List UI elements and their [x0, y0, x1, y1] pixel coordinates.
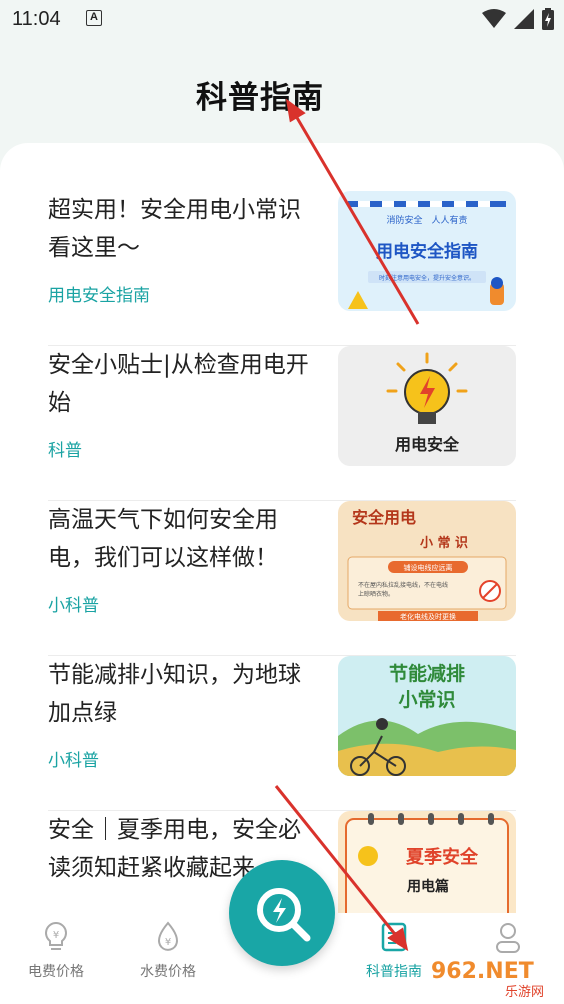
article-list: 超实用！安全用电小常识看这里～ 用电安全指南 消防安全 人人有责 用电安全指南 …: [0, 143, 564, 913]
thumb-sub: 小 常 识: [420, 535, 468, 551]
svg-text:¥: ¥: [53, 930, 59, 941]
battery-icon: [542, 8, 554, 30]
article-title: 高温天气下如何安全用电，我们可以这样做！: [48, 507, 278, 571]
document-icon: [381, 922, 407, 952]
thumb-sub: 用电篇: [407, 878, 449, 895]
user-icon: [496, 923, 520, 953]
wifi-icon: [482, 9, 506, 28]
thumb-note1: 不在屋内私拉乱接电线，不在电线: [358, 581, 448, 589]
thumb-banner: 铺设电线应远离: [404, 563, 453, 572]
nav-label: 水费价格: [140, 964, 196, 980]
watermark-sub: 乐游网: [505, 985, 544, 1000]
signal-icon: [514, 9, 534, 29]
system-icons: [482, 8, 554, 30]
article-item[interactable]: 超实用！安全用电小常识看这里～ 用电安全指南 消防安全 人人有责 用电安全指南 …: [48, 191, 516, 346]
fab-search-button[interactable]: [229, 860, 335, 966]
article-category: 小科普: [48, 751, 99, 771]
article-title: 安全小贴士|从检查用电开始: [48, 352, 309, 416]
article-thumbnail: 夏季安全 用电篇: [338, 811, 516, 913]
svg-text:¥: ¥: [165, 937, 171, 948]
thumb-heading: 安全用电: [352, 508, 416, 527]
status-bar: 11:04 A: [0, 0, 564, 38]
article-title: 节能减排小知识，为地球加点绿: [48, 662, 301, 726]
thumb-note2: 上晾晒衣物。: [358, 590, 394, 598]
article-thumbnail: 安全用电 小 常 识 铺设电线应远离 不在屋内私拉乱接电线，不在电线 上晾晒衣物…: [338, 501, 516, 621]
article-thumbnail: 用电安全: [338, 346, 516, 466]
article-item[interactable]: 高温天气下如何安全用电，我们可以这样做！ 小科普 安全用电 小 常 识 铺设电线…: [48, 501, 516, 656]
thumb-sub: 时刻注意用电安全，提升安全意识。: [379, 274, 475, 282]
thumb-heading: 用电安全指南: [376, 241, 478, 262]
water-drop-yen-icon: ¥: [158, 921, 178, 951]
article-thumbnail: 节能减排 小常识: [338, 656, 516, 776]
thumb-heading: 节能减排: [389, 662, 465, 685]
page-title: 科普指南: [196, 80, 324, 116]
thumb-heading: 夏季安全: [406, 846, 479, 868]
thumb-sub: 小常识: [398, 688, 455, 711]
article-thumbnail: 消防安全 人人有责 用电安全指南 时刻注意用电安全，提升安全意识。: [338, 191, 516, 311]
thumb-heading: 用电安全: [395, 435, 460, 454]
article-category: 科普: [48, 441, 82, 461]
status-time: 11:04: [12, 8, 61, 30]
nav-electricity-price[interactable]: ¥ 电费价格: [6, 913, 106, 1004]
article-category: 小科普: [48, 596, 99, 616]
thumb-top-line: 消防安全 人人有责: [386, 214, 467, 226]
megaphone-icon: [358, 846, 378, 866]
nav-water-price[interactable]: ¥ 水费价格: [118, 913, 218, 1004]
article-category: 用电安全指南: [48, 286, 150, 306]
bulb-yen-icon: ¥: [45, 921, 67, 950]
nav-label: 电费价格: [28, 964, 84, 980]
notification-a-icon: A: [86, 10, 102, 26]
article-item[interactable]: 节能减排小知识，为地球加点绿 小科普 节能减排 小常识: [48, 656, 516, 811]
thumb-footer: 老化电线及时更换: [400, 612, 456, 621]
article-title: 超实用！安全用电小常识看这里～: [48, 197, 301, 261]
article-item[interactable]: 安全小贴士|从检查用电开始 科普 用电安全: [48, 346, 516, 501]
search-lightning-icon: [257, 888, 311, 942]
watermark-logo: 962.NET 乐游网: [425, 952, 560, 1000]
watermark-text: 962.NET: [431, 959, 534, 984]
